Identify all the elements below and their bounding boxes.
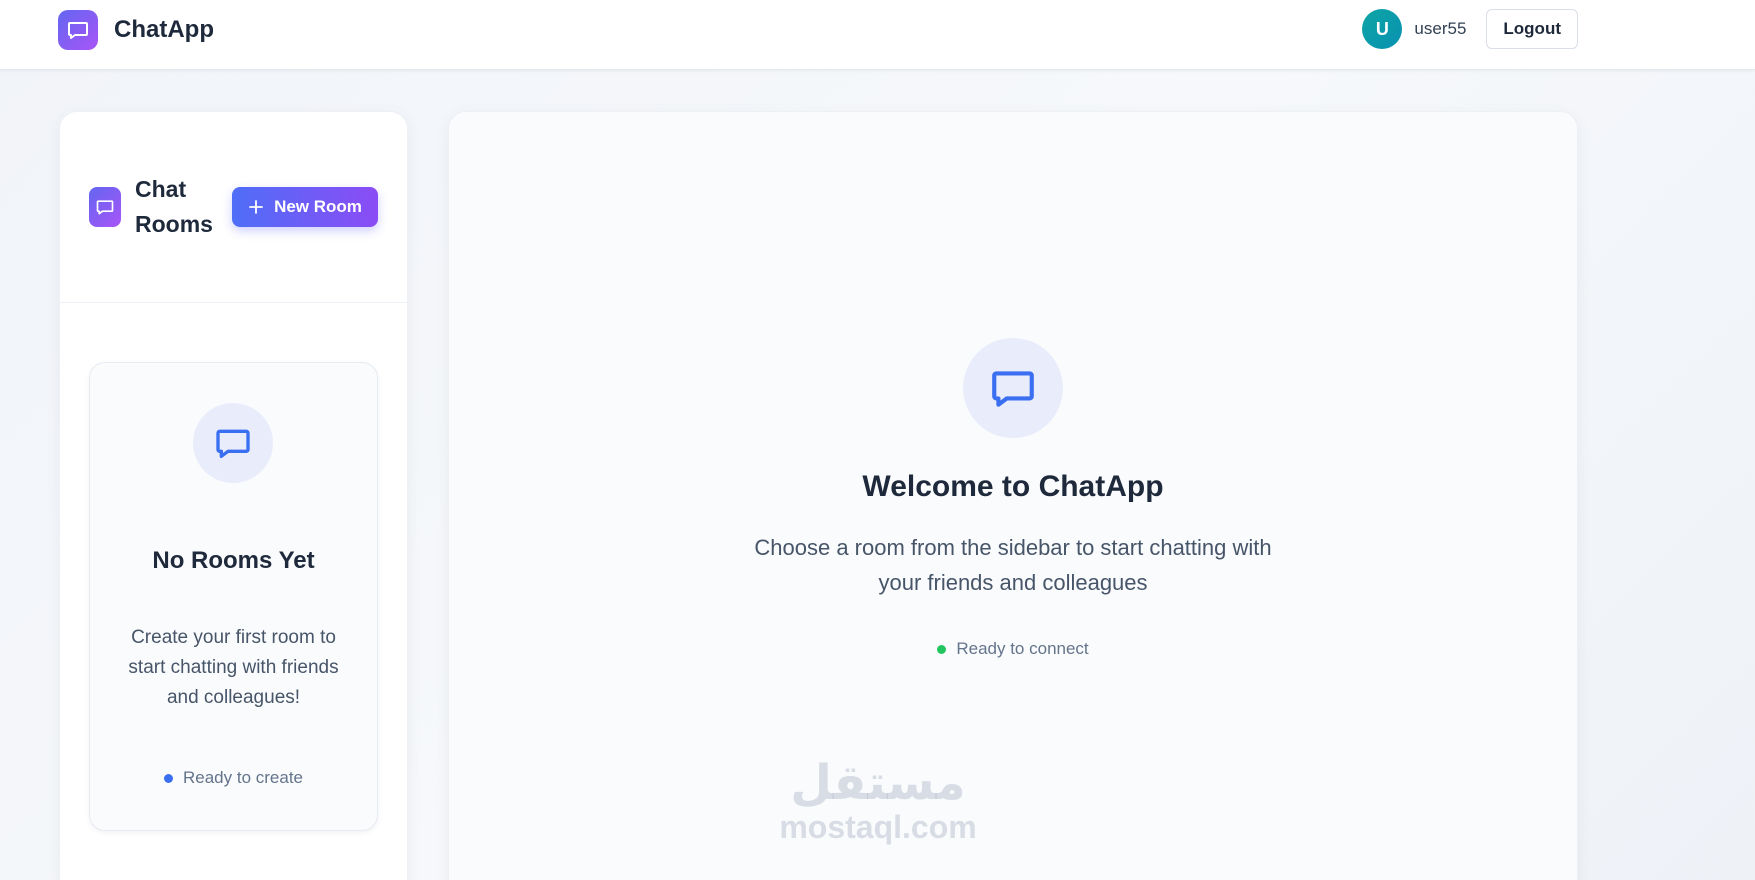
new-room-button[interactable]: New Room bbox=[232, 187, 378, 227]
status-dot-icon bbox=[163, 773, 173, 783]
status-text: Ready to connect bbox=[956, 639, 1089, 658]
top-navbar: ChatApp U user55 Logout bbox=[0, 0, 1755, 70]
chat-bubble-icon bbox=[89, 187, 121, 227]
status-dot-icon bbox=[937, 644, 947, 654]
welcome-title: Welcome to ChatApp bbox=[862, 470, 1164, 503]
status-indicator: Ready to create bbox=[90, 768, 377, 788]
watermark: مستقل mostaql.com bbox=[768, 756, 988, 844]
logout-button[interactable]: Logout bbox=[1486, 9, 1578, 49]
connection-status: Ready to connect bbox=[449, 639, 1577, 659]
rooms-sidebar: Chat Rooms New Room No Rooms Yet Create … bbox=[59, 111, 408, 880]
empty-rooms-card: No Rooms Yet Create your first room to s… bbox=[89, 362, 378, 831]
app-name: ChatApp bbox=[114, 16, 214, 43]
brand[interactable]: ChatApp bbox=[58, 10, 214, 50]
welcome-description: Choose a room from the sidebar to start … bbox=[754, 535, 1272, 595]
username: user55 bbox=[1414, 19, 1467, 38]
plus-icon bbox=[249, 200, 263, 214]
sidebar-header: Chat Rooms New Room bbox=[60, 112, 407, 303]
sidebar-title: Chat Rooms bbox=[135, 176, 213, 237]
empty-state-title: No Rooms Yet bbox=[152, 547, 315, 574]
chat-bubble-icon bbox=[58, 10, 98, 50]
new-room-label: New Room bbox=[274, 197, 362, 216]
watermark-domain: mostaql.com bbox=[779, 809, 977, 845]
avatar[interactable]: U bbox=[1362, 9, 1403, 49]
chat-bubble-icon bbox=[193, 403, 273, 483]
main-panel: Welcome to ChatApp Choose a room from th… bbox=[448, 111, 1578, 880]
chat-bubble-icon bbox=[963, 338, 1063, 438]
user-menu: U user55 Logout bbox=[1362, 9, 1578, 49]
empty-state-description: Create your first room to start chatting… bbox=[128, 627, 339, 708]
status-text: Ready to create bbox=[182, 768, 303, 787]
watermark-arabic: مستقل bbox=[790, 755, 966, 811]
